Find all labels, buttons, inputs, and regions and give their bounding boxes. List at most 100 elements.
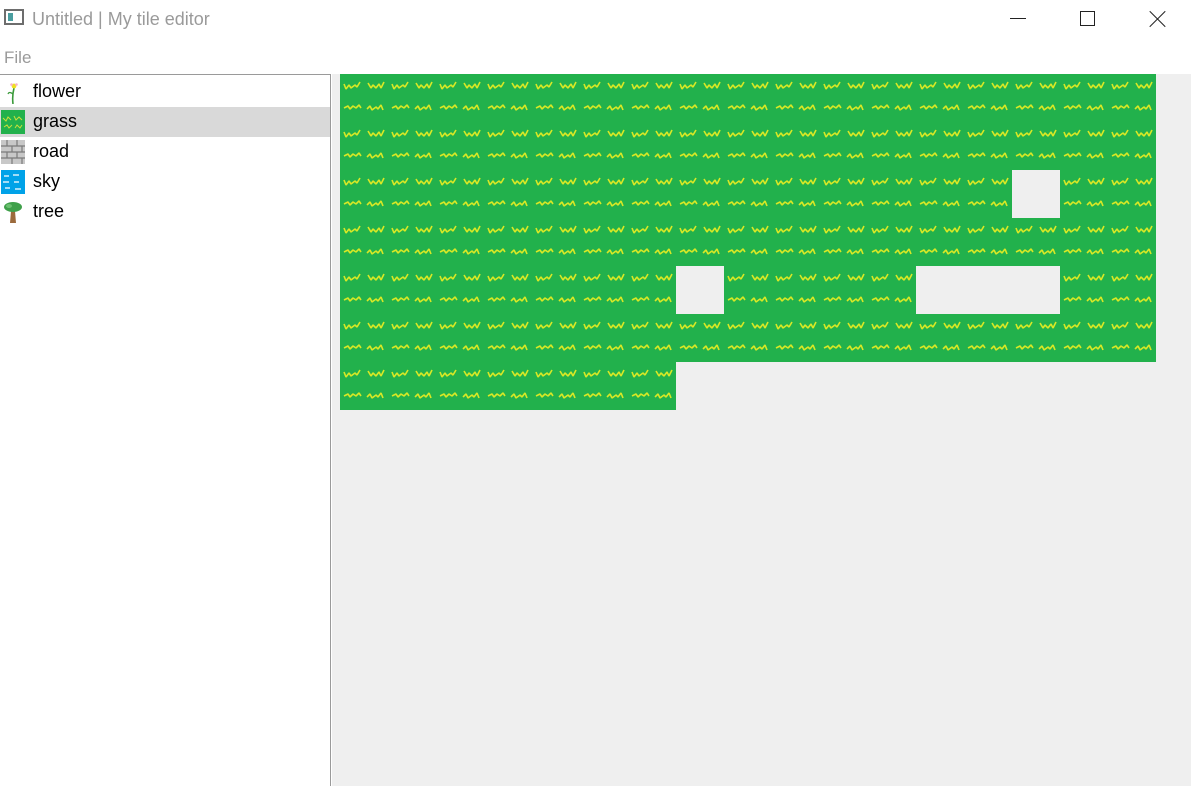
map-tile-grass[interactable] — [868, 266, 916, 314]
map-tile-grass[interactable] — [676, 122, 724, 170]
map-tile-grass[interactable] — [964, 314, 1012, 362]
map-tile-grass[interactable] — [820, 266, 868, 314]
map-tile-grass[interactable] — [388, 266, 436, 314]
map-tile-grass[interactable] — [436, 266, 484, 314]
map-tile-grass[interactable] — [916, 170, 964, 218]
map-tile-grass[interactable] — [820, 218, 868, 266]
map-tile-grass[interactable] — [340, 314, 388, 362]
menu-file[interactable]: File — [4, 48, 31, 68]
map-tile-grass[interactable] — [1108, 122, 1156, 170]
map-tile-grass[interactable] — [1108, 74, 1156, 122]
map-tile-grass[interactable] — [772, 314, 820, 362]
map-tile-grass[interactable] — [532, 170, 580, 218]
map-tile-grass[interactable] — [724, 218, 772, 266]
map-tile-grass[interactable] — [436, 362, 484, 410]
map-tile-grass[interactable] — [868, 218, 916, 266]
map-tile-grass[interactable] — [820, 314, 868, 362]
map-tile-grass[interactable] — [724, 266, 772, 314]
map-tile-grass[interactable] — [580, 170, 628, 218]
map-tile-grass[interactable] — [772, 218, 820, 266]
map-tile-grass[interactable] — [580, 218, 628, 266]
map-tile-grass[interactable] — [436, 122, 484, 170]
map-tile-grass[interactable] — [388, 218, 436, 266]
map-tile-grass[interactable] — [532, 74, 580, 122]
map-tile-grass[interactable] — [724, 314, 772, 362]
map-tile-grass[interactable] — [532, 122, 580, 170]
map-tile-grass[interactable] — [868, 314, 916, 362]
map-tile-grass[interactable] — [916, 122, 964, 170]
map-tile-grass[interactable] — [676, 170, 724, 218]
map-tile-grass[interactable] — [436, 170, 484, 218]
map-tile-grass[interactable] — [436, 74, 484, 122]
map-tile-grass[interactable] — [1060, 218, 1108, 266]
map-tile-grass[interactable] — [532, 266, 580, 314]
map-tile-grass[interactable] — [484, 218, 532, 266]
map-tile-grass[interactable] — [1060, 122, 1108, 170]
map-tile-grass[interactable] — [868, 74, 916, 122]
map-tile-grass[interactable] — [1060, 74, 1108, 122]
tile-item-grass[interactable]: grass — [0, 107, 330, 137]
tile-item-tree[interactable]: tree — [0, 197, 330, 227]
map-tile-grass[interactable] — [820, 170, 868, 218]
map-tile-grass[interactable] — [1108, 314, 1156, 362]
map-tile-grass[interactable] — [628, 362, 676, 410]
map-tile-grass[interactable] — [964, 74, 1012, 122]
map-tile-grass[interactable] — [340, 74, 388, 122]
map-tile-grass[interactable] — [340, 218, 388, 266]
map-tile-grass[interactable] — [340, 362, 388, 410]
map-tile-grass[interactable] — [628, 122, 676, 170]
map-tile-grass[interactable] — [1012, 218, 1060, 266]
map-tile-grass[interactable] — [580, 266, 628, 314]
map-tile-grass[interactable] — [772, 266, 820, 314]
map-tile-grass[interactable] — [724, 74, 772, 122]
map-tile-grass[interactable] — [868, 170, 916, 218]
map-tile-grass[interactable] — [484, 314, 532, 362]
map-tile-grass[interactable] — [964, 122, 1012, 170]
map-tile-grass[interactable] — [628, 218, 676, 266]
map-tile-grass[interactable] — [1108, 218, 1156, 266]
map-tile-grass[interactable] — [1012, 74, 1060, 122]
tile-map[interactable] — [340, 74, 1156, 458]
map-tile-grass[interactable] — [628, 314, 676, 362]
tile-item-sky[interactable]: sky — [0, 167, 330, 197]
map-tile-grass[interactable] — [724, 122, 772, 170]
map-tile-grass[interactable] — [820, 122, 868, 170]
map-tile-grass[interactable] — [1108, 266, 1156, 314]
map-tile-grass[interactable] — [532, 314, 580, 362]
map-tile-grass[interactable] — [436, 314, 484, 362]
map-tile-grass[interactable] — [484, 74, 532, 122]
map-tile-grass[interactable] — [724, 170, 772, 218]
map-tile-grass[interactable] — [1060, 314, 1108, 362]
map-tile-grass[interactable] — [580, 122, 628, 170]
map-tile-grass[interactable] — [1060, 170, 1108, 218]
map-tile-grass[interactable] — [820, 74, 868, 122]
map-tile-grass[interactable] — [436, 218, 484, 266]
map-tile-grass[interactable] — [484, 362, 532, 410]
map-tile-grass[interactable] — [388, 122, 436, 170]
map-tile-grass[interactable] — [964, 170, 1012, 218]
tile-list[interactable]: flower grass road sky tree — [0, 74, 331, 786]
map-tile-grass[interactable] — [580, 74, 628, 122]
minimize-button[interactable] — [995, 0, 1041, 38]
map-tile-grass[interactable] — [340, 266, 388, 314]
map-tile-grass[interactable] — [388, 74, 436, 122]
tile-item-flower[interactable]: flower — [0, 77, 330, 107]
map-tile-grass[interactable] — [484, 170, 532, 218]
map-tile-grass[interactable] — [532, 362, 580, 410]
map-tile-grass[interactable] — [628, 170, 676, 218]
map-tile-grass[interactable] — [1012, 122, 1060, 170]
map-tile-grass[interactable] — [868, 122, 916, 170]
map-tile-grass[interactable] — [340, 122, 388, 170]
map-tile-grass[interactable] — [628, 74, 676, 122]
map-tile-grass[interactable] — [1060, 266, 1108, 314]
map-tile-grass[interactable] — [340, 170, 388, 218]
map-tile-grass[interactable] — [388, 170, 436, 218]
tile-item-road[interactable]: road — [0, 137, 330, 167]
map-tile-grass[interactable] — [676, 74, 724, 122]
map-tile-grass[interactable] — [580, 314, 628, 362]
map-tile-grass[interactable] — [388, 314, 436, 362]
map-tile-grass[interactable] — [628, 266, 676, 314]
map-tile-grass[interactable] — [676, 218, 724, 266]
map-tile-grass[interactable] — [484, 266, 532, 314]
map-tile-grass[interactable] — [772, 170, 820, 218]
